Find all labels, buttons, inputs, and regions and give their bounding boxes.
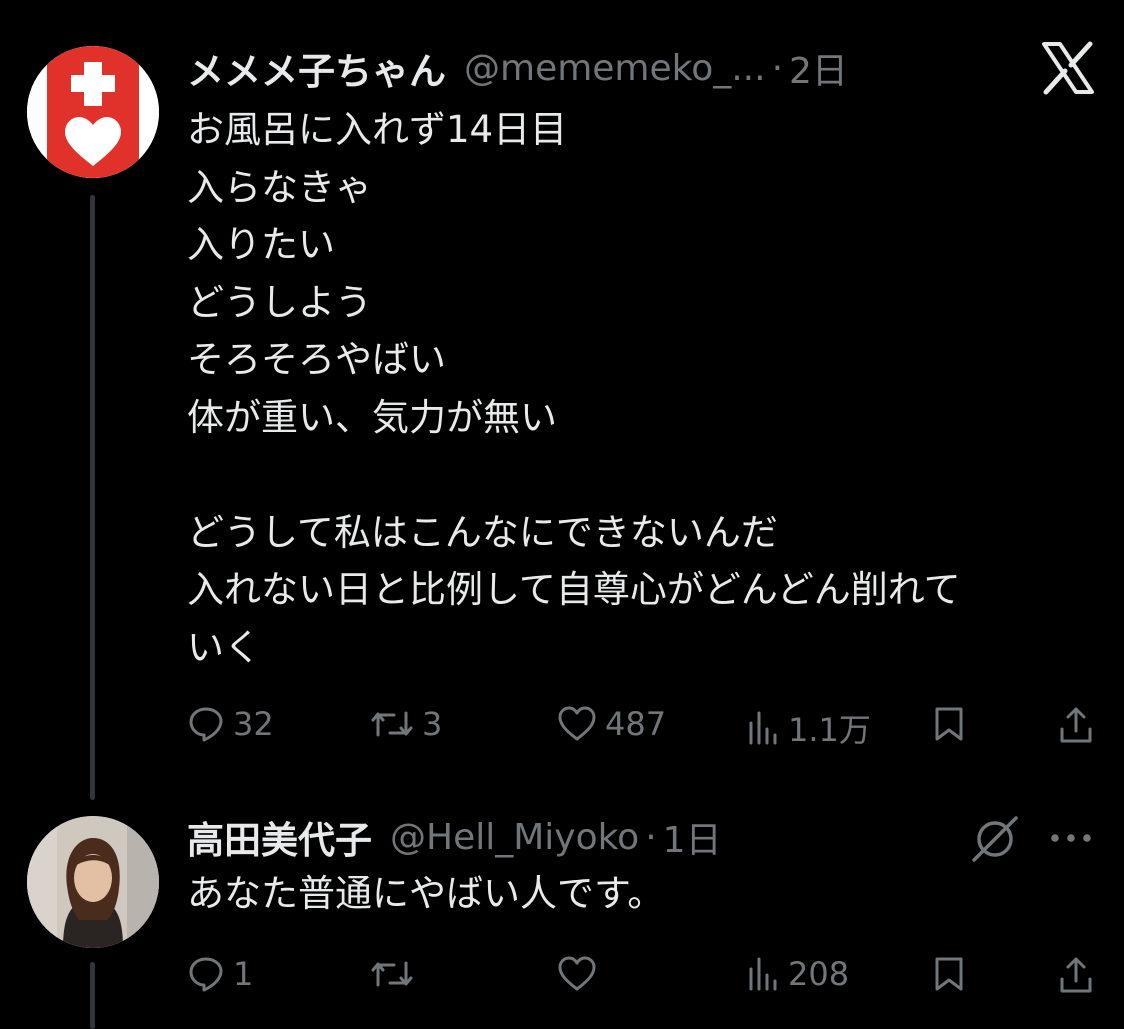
tweet-text-line: どうしよう	[187, 280, 372, 324]
like-button[interactable]: 487	[557, 705, 666, 743]
tweet-text-line: そろそろやばい	[187, 338, 446, 381]
reply-header: 高田美代子 @Hell_Miyoko · 1日	[187, 810, 722, 864]
avatar[interactable]	[27, 816, 159, 948]
reply-button[interactable]: 1	[187, 955, 253, 993]
tweet-text-line: どうして私はこんなにできないんだ	[187, 510, 778, 554]
like-button[interactable]	[557, 955, 605, 993]
timestamp[interactable]: 1日	[663, 811, 722, 863]
bookmark-icon	[935, 707, 963, 741]
bookmark-button[interactable]	[932, 705, 966, 743]
timestamp[interactable]: 2日	[789, 42, 848, 94]
separator-dot: ·	[771, 47, 784, 89]
like-icon	[558, 706, 596, 741]
display-name[interactable]: メメメ子ちゃん	[187, 41, 446, 95]
views-count: 1.1万	[788, 711, 871, 749]
user-handle[interactable]: @mememeko_...	[464, 48, 766, 89]
views-icon	[749, 711, 777, 745]
user-handle[interactable]: @Hell_Miyoko	[390, 817, 639, 858]
retweet-count: 3	[422, 705, 443, 743]
tweet-text-line: 入れない日と比例して自尊心がどんどん削れて	[187, 568, 961, 611]
tweet-text-line: 入りたい	[187, 223, 335, 266]
reply-button[interactable]: 32	[187, 705, 274, 743]
like-icon	[558, 956, 596, 991]
avatar[interactable]	[27, 46, 159, 178]
reply-text: あなた普通にやばい人です。	[187, 865, 1087, 923]
retweet-icon	[371, 711, 413, 737]
share-button[interactable]	[1058, 955, 1094, 995]
tweet-text-line	[187, 446, 1087, 504]
retweet-button[interactable]	[370, 955, 422, 993]
views-icon	[749, 957, 777, 991]
grok-icon[interactable]	[968, 812, 1022, 866]
views-count: 208	[788, 955, 850, 993]
reply-icon	[189, 707, 223, 742]
thread-connector-line-continued	[90, 962, 95, 1029]
bookmark-button[interactable]	[932, 955, 966, 993]
share-button[interactable]	[1058, 705, 1094, 745]
tweet-text-line: 体が重い、気力が無い	[187, 395, 557, 439]
x-logo-icon	[1040, 40, 1096, 96]
views-button[interactable]: 208	[746, 955, 849, 993]
tweet-header: メメメ子ちゃん @mememeko_... · 2日	[187, 41, 848, 95]
separator-dot: ·	[645, 816, 657, 858]
tweet-text-line: あなた普通にやばい人です。	[187, 872, 665, 915]
reply-count: 32	[233, 705, 274, 743]
like-count: 487	[605, 705, 667, 743]
tweet-text-line: いく	[187, 625, 261, 669]
tweet-text-line: お風呂に入れず14日目	[187, 108, 568, 151]
display-name[interactable]: 高田美代子	[187, 810, 372, 864]
more-icon[interactable]	[1046, 818, 1096, 858]
tweet-thread: メメメ子ちゃん @mememeko_... · 2日 お風呂に入れず14日目 入…	[0, 0, 1124, 1029]
views-button[interactable]: 1.1万	[746, 705, 871, 751]
reply-icon	[189, 957, 223, 992]
tweet-text-line: 入らなきゃ	[187, 165, 372, 209]
share-icon	[1060, 707, 1092, 743]
bookmark-icon	[935, 957, 963, 991]
share-icon	[1060, 957, 1092, 993]
avatar-photo	[27, 816, 159, 948]
thread-connector-line	[90, 195, 95, 800]
avatar-cross-heart-logo	[27, 46, 159, 178]
tweet-text: お風呂に入れず14日目 入らなきゃ 入りたい どうしよう そろそろやばい 体が重…	[187, 101, 1087, 676]
reply-count: 1	[233, 955, 254, 993]
retweet-button[interactable]: 3	[370, 705, 442, 743]
retweet-icon	[371, 961, 413, 987]
